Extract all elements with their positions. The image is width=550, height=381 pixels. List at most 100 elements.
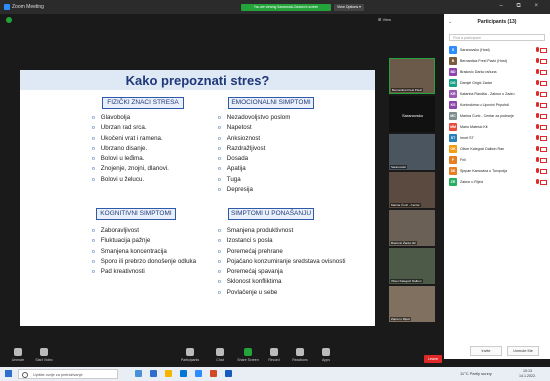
view-options-button[interactable]: View Options ▾ xyxy=(334,4,364,11)
video-tile[interactable]: Saranovsko xyxy=(389,96,435,132)
avatar: SK xyxy=(449,167,457,175)
zoom-app-icon[interactable] xyxy=(195,370,202,377)
chat-button[interactable]: Chat xyxy=(208,348,232,362)
video-thumbnail-strip[interactable]: Bernardica Fresl Pavić Saranovsko Sarano… xyxy=(389,58,435,338)
unmute-button[interactable]: Unmute xyxy=(6,348,30,362)
section-heading-physical: FIZIČKI ZNACI STRESA xyxy=(102,97,184,109)
video-off-icon xyxy=(540,59,547,64)
list-item: Smanjena produktivnost xyxy=(218,226,345,236)
view-button[interactable]: ⊞ View xyxy=(378,17,391,22)
reactions-button[interactable]: Reactions xyxy=(288,348,312,362)
participant-row[interactable]: ZR Zakror u Rijeci xyxy=(449,177,547,188)
avatar: B xyxy=(449,57,457,65)
meeting-toolbar: Unmute Start Video Participants Chat Sha… xyxy=(0,345,444,367)
list-cognitive: Zaboravljivost Fluktuacija pažnje Smanje… xyxy=(92,226,196,277)
participant-row[interactable]: F Fnii xyxy=(449,155,547,166)
participant-row[interactable]: SK Sjepan Kamovina u Turopolja xyxy=(449,166,547,177)
avatar: S xyxy=(449,46,457,54)
video-off-icon xyxy=(540,92,547,97)
video-tile[interactable]: Saranovski xyxy=(389,134,435,170)
muted-mic-icon xyxy=(536,91,539,96)
apps-button[interactable]: Apps xyxy=(314,348,338,362)
list-item: Sklonost konfliktima xyxy=(218,277,345,287)
share-screen-button[interactable]: Share Screen xyxy=(236,348,260,362)
participant-row[interactable]: OK Oliver Kalegoić Dalbon Ran xyxy=(449,144,547,155)
avatar: KR xyxy=(449,90,457,98)
participant-row[interactable]: MC Marina Ćurić - Centar za podrsnje xyxy=(449,111,547,122)
mail-icon[interactable] xyxy=(180,370,187,377)
participants-button[interactable]: Participants xyxy=(178,348,202,362)
edge-icon[interactable] xyxy=(150,370,157,377)
avatar: OK xyxy=(449,145,457,153)
participant-name: Katarina Randša - Zaknor u Zadru xyxy=(460,92,515,96)
record-icon xyxy=(270,348,278,356)
avatar: ZR xyxy=(449,178,457,186)
video-off-icon xyxy=(540,169,547,174)
participant-row[interactable]: KR Katarina Randša - Zaknor u Zadru xyxy=(449,89,547,100)
system-clock[interactable]: 10:13 14.1.2022. xyxy=(519,369,536,378)
task-view-icon[interactable] xyxy=(135,370,142,377)
participant-name: Zakror u Rijeci xyxy=(460,180,484,184)
participant-row[interactable]: B Bernardica Fresl Pavić (Host) xyxy=(449,56,547,67)
video-tile[interactable]: Branimir Žanko Ilić xyxy=(389,210,435,246)
list-item: Bolovi u želucu. xyxy=(92,175,169,185)
avatar: BD xyxy=(449,68,457,76)
record-button[interactable]: Record xyxy=(262,348,286,362)
participant-name: Saranovsko (Host) xyxy=(460,48,490,52)
leave-button[interactable]: Leave xyxy=(424,355,442,363)
participant-row[interactable]: KS Koninskima u Lipovini Pripohdi xyxy=(449,100,547,111)
powerpoint-icon[interactable] xyxy=(210,370,217,377)
section-heading-emotional: EMOCIONALNI SIMPTOMI xyxy=(228,97,314,109)
windows-start-icon[interactable] xyxy=(5,370,12,377)
muted-mic-icon xyxy=(536,146,539,151)
video-off-icon xyxy=(540,81,547,86)
word-icon[interactable] xyxy=(225,370,232,377)
avatar: MM xyxy=(449,123,457,131)
search-icon xyxy=(22,372,28,378)
participant-search-input[interactable]: Find a participant xyxy=(449,34,545,41)
slide-title: Kako prepoznati stres? xyxy=(125,73,270,88)
video-tile[interactable]: Oliver Kalegoić Dalbon xyxy=(389,248,435,284)
zoom-logo-icon xyxy=(4,4,10,10)
weather-widget[interactable]: 11°C Partly sunny xyxy=(460,371,492,376)
invite-button[interactable]: Invite xyxy=(470,346,502,356)
muted-mic-icon xyxy=(536,47,539,52)
muted-mic-icon xyxy=(536,80,539,85)
participant-name: Marina Ćurić - Centar za podrsnje xyxy=(460,114,514,118)
app-title: Zoom Meeting xyxy=(12,4,44,10)
participant-row[interactable]: ST Imort ST xyxy=(449,133,547,144)
list-item: Pojačano konzumiranje sredstava ovisnost… xyxy=(218,257,346,267)
participant-row[interactable]: DG Damjel Grigić Zadar xyxy=(449,78,547,89)
share-banner: You are viewing Saranovski-Zdravko's scr… xyxy=(241,4,331,11)
taskbar-search-input[interactable]: Upišite ovdje za pretraživanje xyxy=(18,369,118,379)
video-tile[interactable]: Zaprei u Rijeci xyxy=(389,286,435,322)
start-video-button[interactable]: Start Video xyxy=(32,348,56,362)
window-controls[interactable]: – ⧉ × xyxy=(500,3,544,10)
list-physical: Glavobolja Ubrzan rad srca. Ukočeni vrat… xyxy=(92,113,169,185)
microphone-icon xyxy=(14,348,22,356)
video-tile[interactable]: Bernardica Fresl Pavić xyxy=(389,58,435,94)
muted-mic-icon xyxy=(536,168,539,173)
list-item: Depresija xyxy=(218,185,290,195)
chat-icon xyxy=(216,348,224,356)
video-tile[interactable]: Marina Ćurić - Centar xyxy=(389,172,435,208)
participant-row[interactable]: BD Brakovic Darko raðuna xyxy=(449,67,547,78)
title-bar: Zoom Meeting You are viewing Saranovski-… xyxy=(0,0,550,14)
list-behavioral: Smanjena produktivnost Izostanci s posla… xyxy=(218,226,346,298)
unmute-me-button[interactable]: Unmute Me xyxy=(507,346,539,356)
participant-row[interactable]: MM Mario Matesic Kit xyxy=(449,122,547,133)
list-item: Povlačenje u sebe xyxy=(218,288,345,298)
video-off-icon xyxy=(540,48,547,53)
share-screen-icon xyxy=(244,348,252,356)
reactions-icon xyxy=(296,348,304,356)
list-item: Tuga xyxy=(218,175,290,185)
file-explorer-icon[interactable] xyxy=(165,370,172,377)
muted-mic-icon xyxy=(536,157,539,162)
apps-icon xyxy=(322,348,330,356)
list-item: Glavobolja xyxy=(92,113,169,123)
video-off-icon xyxy=(540,158,547,163)
video-off-icon xyxy=(540,125,547,130)
participant-row[interactable]: S Saranovsko (Host) xyxy=(449,45,547,56)
security-shield-icon[interactable] xyxy=(6,17,12,23)
list-item: Poremećaj spavanja xyxy=(218,267,345,277)
